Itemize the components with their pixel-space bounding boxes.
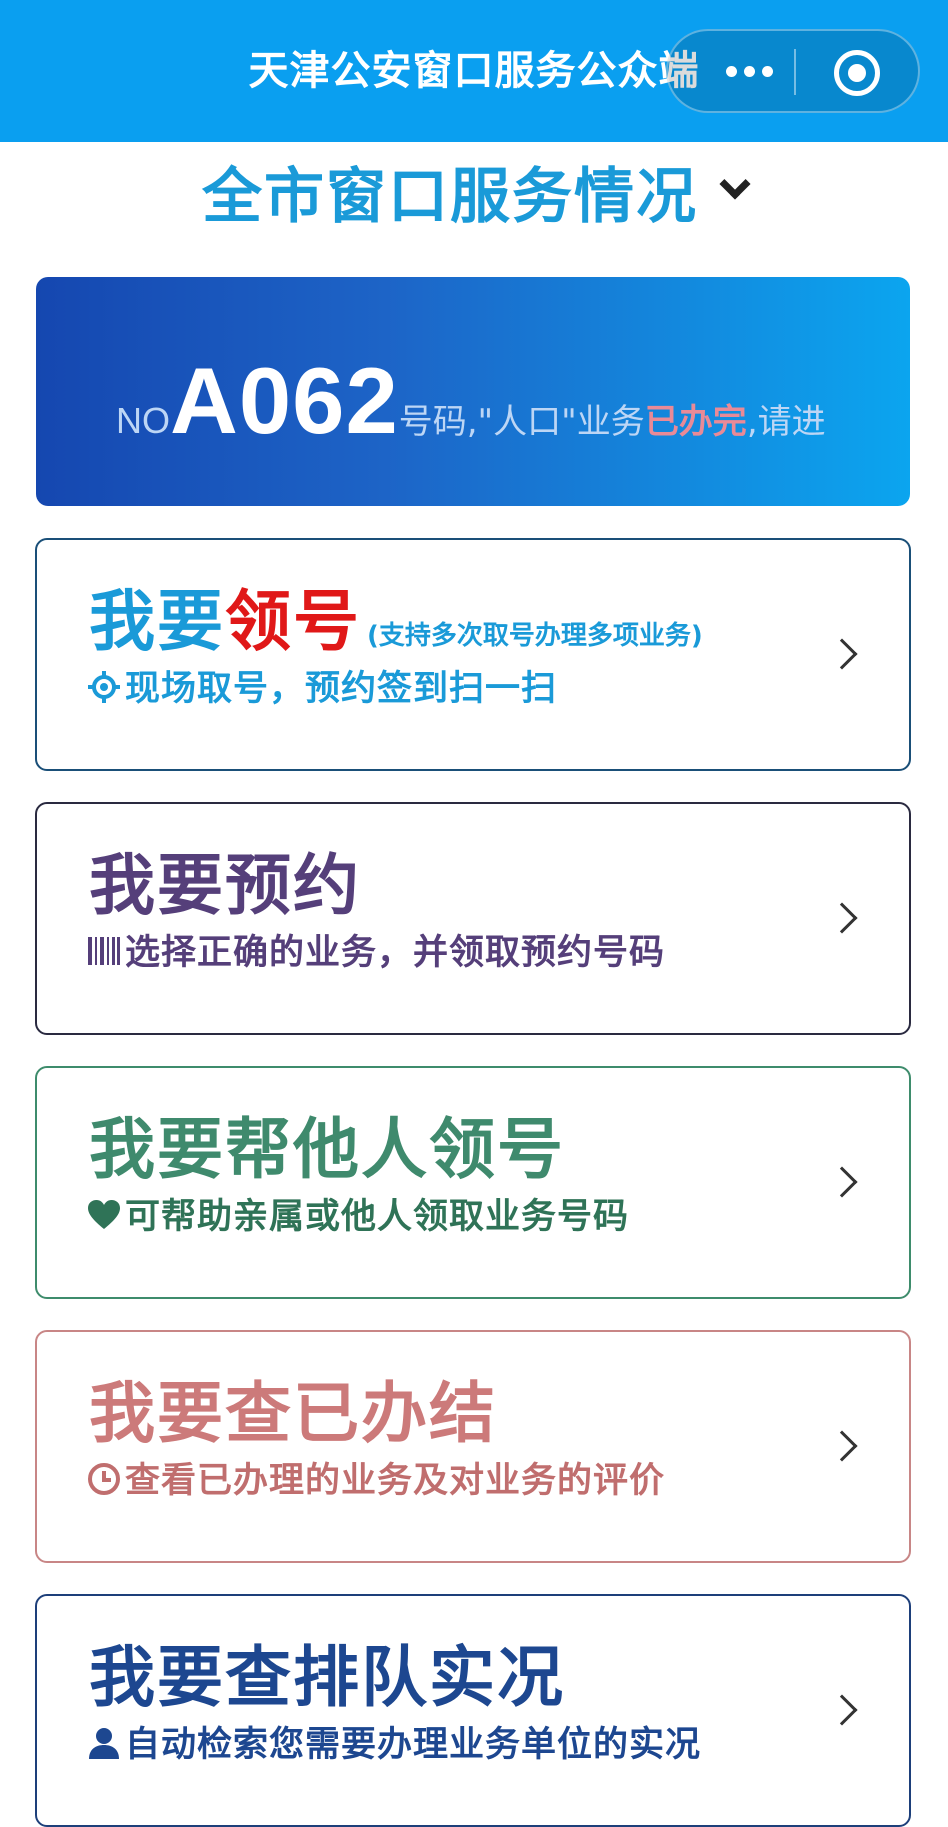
card-subtitle-text: 选择正确的业务，并领取预约号码 (125, 933, 666, 973)
banner-line: NOA062号码,"人口"业务已办完,请进 (116, 347, 826, 455)
card-take-number[interactable]: 我要领号 (支持多次取号办理多项业务) 现场取号，预约签到扫一扫 (35, 538, 911, 771)
card-title-main: 我要预约 (89, 847, 361, 924)
card-title: 我要查已办结 (89, 1360, 497, 1456)
target-icon[interactable] (834, 50, 880, 96)
card-take-number-for-others[interactable]: 我要帮他人领号 可帮助亲属或他人领取业务号码 (35, 1066, 911, 1299)
card-title-main: 我要查排队实况 (89, 1639, 565, 1716)
section-title: 全市窗口服务情况 (202, 162, 698, 232)
chevron-right-icon (826, 902, 858, 934)
banner-text-after: ,请进 (746, 402, 826, 442)
card-subtitle-text: 现场取号，预约签到扫一扫 (125, 669, 558, 709)
banner-text-before: 号码,"人口"业务 (398, 402, 645, 442)
nav-bar: 天津公安窗口服务公众端 (0, 0, 948, 142)
card-subtitle: 选择正确的业务，并领取预约号码 (87, 924, 665, 975)
now-serving-banner: NOA062号码,"人口"业务已办完,请进 (36, 277, 910, 506)
card-title-main: 我要帮他人领号 (89, 1111, 565, 1188)
banner-number: A062 (170, 348, 399, 453)
barcode-icon (87, 934, 121, 968)
card-title-note: (支持多次取号办理多项业务) (367, 621, 703, 651)
chevron-right-icon (826, 1694, 858, 1726)
user-icon (87, 1726, 121, 1760)
chevron-right-icon (826, 1166, 858, 1198)
card-subtitle: 现场取号，预约签到扫一扫 (87, 660, 557, 711)
more-dots-icon[interactable] (718, 55, 788, 87)
chevron-right-icon (826, 1430, 858, 1462)
heart-icon (87, 1198, 121, 1232)
banner-prefix: NO (116, 400, 170, 441)
card-subtitle: 查看已办理的业务及对业务的评价 (87, 1452, 665, 1503)
card-title: 我要查排队实况 (89, 1624, 565, 1720)
card-title-accent: 领号 (225, 583, 361, 660)
section-header[interactable]: 全市窗口服务情况 (0, 148, 948, 232)
card-title-main: 我要 (89, 583, 225, 660)
card-queue-status[interactable]: 我要查排队实况 自动检索您需要办理业务单位的实况 (35, 1594, 911, 1827)
card-subtitle: 可帮助亲属或他人领取业务号码 (87, 1188, 629, 1239)
banner-highlight: 已办完 (644, 402, 747, 442)
card-title-main: 我要查已办结 (89, 1375, 497, 1452)
card-subtitle-text: 自动检索您需要办理业务单位的实况 (125, 1725, 702, 1765)
card-subtitle-text: 可帮助亲属或他人领取业务号码 (125, 1197, 630, 1237)
card-subtitle: 自动检索您需要办理业务单位的实况 (87, 1716, 701, 1767)
card-title: 我要帮他人领号 (89, 1096, 565, 1192)
card-completed[interactable]: 我要查已办结 查看已办理的业务及对业务的评价 (35, 1330, 911, 1563)
card-appointment[interactable]: 我要预约 选择正确的业务，并领取预约号码 (35, 802, 911, 1035)
card-title: 我要预约 (89, 832, 361, 928)
capsule-divider (794, 49, 796, 95)
mini-program-capsule (666, 29, 920, 113)
clock-icon (87, 1462, 121, 1496)
card-title: 我要领号 (支持多次取号办理多项业务) (89, 568, 703, 664)
crosshair-icon (87, 670, 121, 704)
chevron-right-icon (826, 638, 858, 670)
chevron-down-icon[interactable] (719, 167, 751, 200)
card-subtitle-text: 查看已办理的业务及对业务的评价 (125, 1461, 666, 1501)
